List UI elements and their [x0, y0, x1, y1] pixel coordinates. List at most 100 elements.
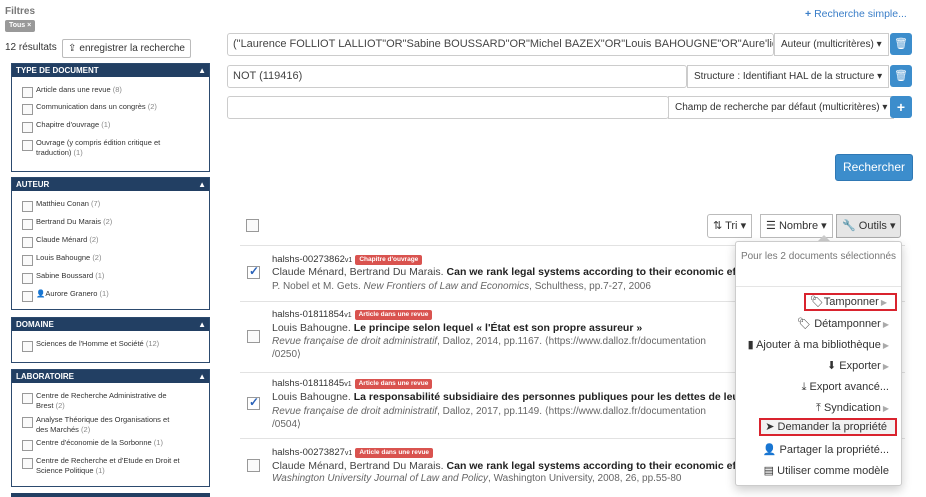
- facet-item[interactable]: Centre de Recherche et d'Etude en Droit …: [22, 456, 182, 476]
- facet-item[interactable]: Matthieu Conan (7): [22, 199, 200, 212]
- facet-item[interactable]: Ouvrage (y compris édition critique et t…: [22, 138, 182, 158]
- search-query-input[interactable]: [227, 96, 669, 119]
- facet-header[interactable]: TYPE DE DOCUMENT ▲: [12, 64, 209, 77]
- user-icon: 👤: [762, 444, 777, 456]
- facet-item[interactable]: Sabine Boussard (1): [22, 271, 200, 284]
- file-icon: ▤: [763, 465, 775, 477]
- result-checkbox[interactable]: [247, 330, 260, 343]
- checkbox[interactable]: [22, 140, 33, 151]
- menu-item-syndication[interactable]: ⤒ Syndication ▶: [812, 399, 897, 417]
- menu-item-export[interactable]: ⬇ Exporter ▶: [823, 357, 897, 375]
- chevron-right-icon: ▶: [882, 320, 889, 329]
- chevron-right-icon: ▶: [882, 362, 889, 371]
- document-id[interactable]: halshs-01811854: [272, 309, 344, 320]
- search-query-input[interactable]: NOT (119416): [227, 65, 687, 88]
- document-id[interactable]: halshs-00273862: [272, 254, 345, 265]
- menu-header: Pour les 2 documents sélectionnés: [740, 251, 897, 262]
- delete-row-button[interactable]: 🗑: [890, 65, 912, 87]
- search-query-input[interactable]: ("Laurence FOLLIOT LALLIOT"OR"Sabine BOU…: [227, 33, 774, 56]
- tools-button[interactable]: 🔧 Outils ▾: [836, 214, 902, 238]
- document-title[interactable]: Can we rank legal systems according to t…: [447, 460, 740, 472]
- menu-item-advanced-export[interactable]: ⤓ Export avancé...: [798, 378, 897, 396]
- menu-item-share-ownership[interactable]: 👤 Partager la propriété...: [759, 441, 897, 459]
- filter-chip-all[interactable]: Tous ×: [5, 20, 36, 32]
- search-field-select[interactable]: Champ de recherche par défaut (multicrit…: [668, 96, 895, 119]
- search-field-select[interactable]: Auteur (multicritères) ▾: [774, 33, 889, 56]
- facet-item[interactable]: Analyse Théorique des Organisations et d…: [22, 415, 182, 435]
- facet-item[interactable]: 👤Aurore Granero (1): [22, 289, 200, 302]
- delete-row-button[interactable]: 🗑: [890, 33, 912, 55]
- checkbox[interactable]: [22, 440, 33, 451]
- search-field-select[interactable]: Structure : Identifiant HAL de la struct…: [687, 65, 890, 88]
- select-all-checkbox[interactable]: [246, 219, 259, 232]
- doctype-badge: Article dans une revue: [354, 379, 433, 389]
- result-checkbox[interactable]: [247, 459, 260, 472]
- facet-item[interactable]: Communication dans un congrès (2): [22, 102, 200, 115]
- document-id[interactable]: halshs-01811845: [272, 378, 344, 389]
- user-icon: 👤: [36, 289, 46, 298]
- search-submit-button[interactable]: Rechercher: [835, 154, 913, 181]
- document-title[interactable]: Le principe selon lequel « l'État est so…: [354, 322, 642, 334]
- checkbox[interactable]: [22, 237, 33, 248]
- chevron-up-icon[interactable]: ▲: [198, 318, 206, 331]
- tags-icon: 🏷: [809, 296, 824, 308]
- caret-down-icon: ▾: [876, 39, 882, 50]
- facet-header[interactable]: AUTEUR ▲: [12, 178, 209, 191]
- checkbox[interactable]: [22, 104, 33, 115]
- export-icon: ⤓: [801, 381, 807, 393]
- checkbox[interactable]: [22, 122, 33, 133]
- trash-icon: 🗑: [894, 38, 908, 50]
- wrench-icon: 🔧: [842, 220, 856, 232]
- menu-item-detamponner[interactable]: 🏷 Détamponner ▶: [793, 315, 897, 333]
- menu-item-add-library[interactable]: ▮ Ajouter à ma bibliothèque ▶: [744, 336, 897, 354]
- facet-header[interactable]: DOMAINE ▲: [12, 318, 209, 331]
- facet-item[interactable]: Article dans une revue (8): [22, 85, 200, 98]
- checkbox[interactable]: [22, 87, 33, 98]
- facet-item[interactable]: Sciences de l'Homme et Société (12): [22, 339, 200, 352]
- result-checkbox[interactable]: [247, 395, 260, 410]
- menu-item-tamponner[interactable]: 🏷Tamponner ▶: [803, 293, 897, 311]
- chevron-up-icon[interactable]: ▲: [198, 64, 206, 77]
- caret-down-icon: ▾: [889, 220, 896, 232]
- checkbox[interactable]: [22, 273, 33, 284]
- checkbox[interactable]: [22, 417, 33, 428]
- result-checkbox[interactable]: [247, 264, 260, 279]
- save-search-button[interactable]: ⇪ enregistrer la recherche: [62, 39, 191, 58]
- facet-item[interactable]: Centre de Recherche Administrative de Br…: [22, 391, 182, 411]
- simple-search-link[interactable]: + Recherche simple...: [805, 8, 907, 20]
- facet-item[interactable]: Bertrand Du Marais (2): [22, 217, 200, 230]
- document-title[interactable]: Can we rank legal systems according to t…: [447, 266, 740, 278]
- checkbox[interactable]: [22, 393, 33, 404]
- facet-panel-laboratory: LABORATOIRE ▲ Centre de Recherche Adminis…: [11, 369, 210, 487]
- facet-item[interactable]: Chapitre d'ouvrage (1): [22, 120, 200, 133]
- checkbox[interactable]: [22, 255, 33, 266]
- chevron-up-icon[interactable]: ▲: [198, 370, 206, 383]
- next-facet-header[interactable]: [11, 493, 210, 497]
- tools-dropdown-menu: Pour les 2 documents sélectionnés 🏷Tampo…: [735, 241, 902, 486]
- facet-item[interactable]: Claude Ménard (2): [22, 235, 200, 248]
- plus-icon: +: [805, 8, 815, 20]
- facet-header[interactable]: LABORATOIRE ▲: [12, 370, 209, 383]
- book-icon: ▮: [747, 339, 754, 351]
- facet-item[interactable]: Louis Bahougne (2): [22, 253, 200, 266]
- sort-icon: ⇅: [713, 220, 723, 232]
- download-icon: ⬇: [826, 360, 837, 372]
- chevron-up-icon[interactable]: ▲: [198, 178, 206, 191]
- menu-item-request-ownership[interactable]: ➤ Demander la propriété: [759, 418, 897, 436]
- send-icon: ➤: [765, 421, 775, 433]
- document-title[interactable]: La responsabilité subsidiaire des person…: [354, 391, 743, 403]
- filters-title: Filtres: [5, 6, 36, 17]
- menu-item-use-as-template[interactable]: ▤ Utiliser comme modèle: [760, 462, 897, 480]
- trash-icon: 🗑: [894, 70, 908, 82]
- checkbox[interactable]: [22, 291, 33, 302]
- document-id[interactable]: halshs-00273827: [272, 447, 345, 458]
- add-row-button[interactable]: +: [890, 96, 912, 118]
- checkbox[interactable]: [22, 458, 33, 469]
- divider: [736, 286, 901, 287]
- sort-button[interactable]: ⇅ Tri ▾: [707, 214, 753, 238]
- checkbox[interactable]: [22, 341, 33, 352]
- checkbox[interactable]: [22, 219, 33, 230]
- facet-item[interactable]: Centre d'économie de la Sorbonne (1): [22, 438, 182, 451]
- facet-panel-domain: DOMAINE ▲ Sciences de l'Homme et Société …: [11, 317, 210, 363]
- checkbox[interactable]: [22, 201, 33, 212]
